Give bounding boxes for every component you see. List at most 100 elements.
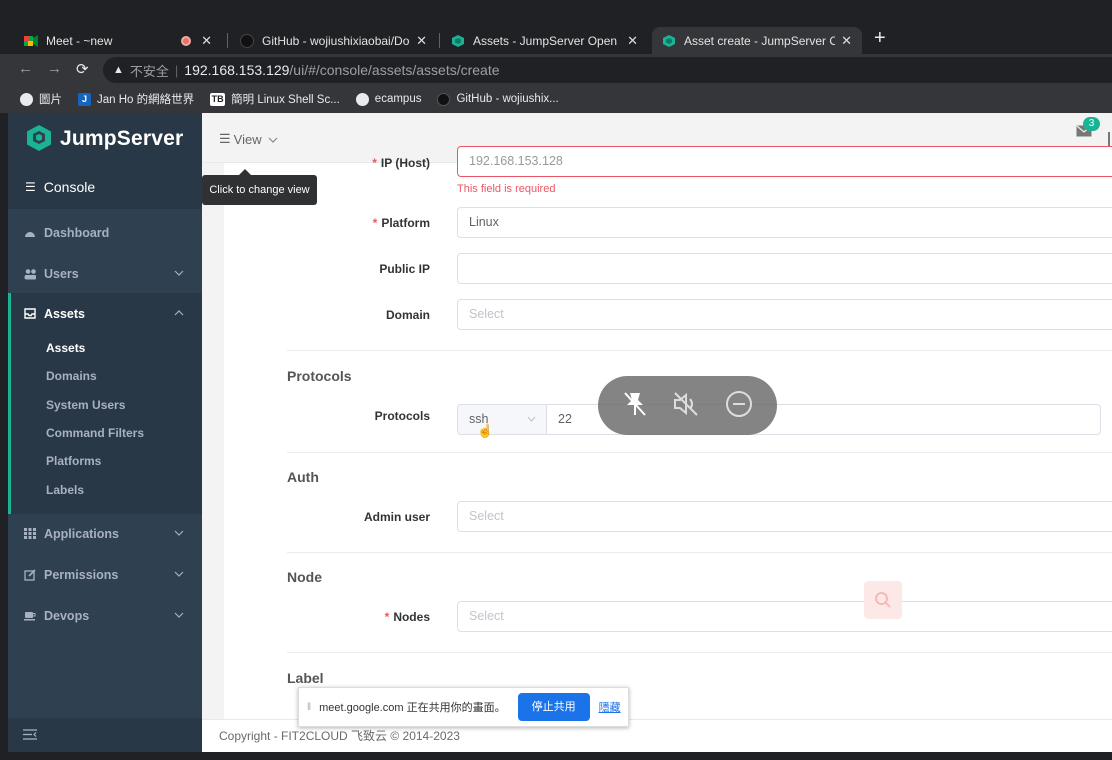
chevron-down-icon	[527, 405, 536, 434]
reload-icon[interactable]: ⟳	[76, 60, 89, 78]
new-tab-button[interactable]: +	[874, 27, 886, 49]
address-bar[interactable]: ▲ 不安全 | 192.168.153.129/ui/#/console/ass…	[103, 57, 1112, 83]
protocol-select[interactable]: ssh	[457, 404, 547, 435]
unpin-icon[interactable]	[622, 390, 648, 421]
chevron-down-icon	[174, 266, 184, 280]
nodes-select[interactable]: Select	[457, 601, 1112, 632]
sidebar-collapse[interactable]	[8, 718, 202, 752]
sidebar: JumpServer ☰ Console Dashboard Users Ass…	[8, 113, 202, 752]
admin-user-select[interactable]: Select	[457, 501, 1112, 532]
mute-speaker-icon[interactable]	[672, 391, 700, 420]
tab-meet[interactable]: Meet - ~new ✕	[14, 27, 222, 54]
github-icon	[240, 33, 254, 48]
sidebar-item-assets[interactable]: Assets	[8, 293, 202, 334]
domain-select[interactable]: Select	[457, 299, 1112, 330]
assets-menu-expanded: Assets Assets Domains System Users Comma…	[8, 293, 202, 514]
sidebar-item-permissions[interactable]: Permissions	[8, 554, 202, 595]
chevron-down-icon	[268, 132, 278, 147]
chevron-down-icon	[174, 567, 184, 581]
sliders-icon: ☰	[25, 180, 36, 194]
submenu-command-filters[interactable]: Command Filters	[46, 426, 144, 440]
globe-icon	[355, 92, 369, 106]
submenu-assets[interactable]: Assets	[46, 341, 85, 355]
tab-close-icon[interactable]: ✕	[841, 33, 852, 49]
ip-input[interactable]: 192.168.153.128	[457, 146, 1112, 177]
browser-tab-bar: Meet - ~new ✕ GitHub - wojiushixiaobai/D…	[0, 0, 1112, 54]
tab-separator	[227, 33, 228, 48]
image-icon	[20, 92, 33, 106]
divider	[287, 350, 1112, 351]
drag-handle-icon[interactable]: ‖	[307, 702, 311, 713]
ip-label: * IP (Host)	[372, 156, 430, 170]
bookmark-linux-shell[interactable]: TB 簡明 Linux Shell Sc...	[210, 91, 340, 107]
url-path: /ui/#/console/assets/assets/create	[289, 62, 500, 78]
taskbar-strip	[0, 752, 1112, 760]
meet-floating-controls	[598, 376, 777, 435]
jumpserver-logo-icon	[26, 124, 52, 155]
github-icon	[437, 92, 451, 106]
edit-icon	[24, 568, 36, 581]
console-switcher[interactable]: ☰ Console	[8, 165, 202, 209]
jumpserver-icon	[662, 34, 676, 48]
divider: |	[174, 62, 179, 78]
stop-sharing-button[interactable]: 停止共用	[517, 693, 590, 721]
chevron-up-icon	[174, 306, 184, 320]
submenu-domains[interactable]: Domains	[46, 369, 97, 383]
divider	[287, 552, 1112, 553]
tb-icon: TB	[210, 92, 226, 106]
sidebar-item-dashboard[interactable]: Dashboard	[8, 212, 202, 253]
mail-count-badge: 3	[1083, 117, 1100, 131]
warning-icon: ▲	[113, 64, 124, 76]
protocols-label: Protocols	[374, 409, 430, 423]
divider	[287, 652, 1112, 653]
menu-icon: ☰	[219, 131, 231, 146]
tab-close-icon[interactable]: ✕	[627, 33, 638, 49]
panel-icon[interactable]	[1108, 132, 1112, 146]
jumpserver-icon	[451, 34, 465, 48]
public-ip-label: Public IP	[379, 262, 430, 276]
google-meet-icon	[24, 34, 38, 48]
bookmarks-bar: 圖片 J Jan Ho 的網絡世界 TB 簡明 Linux Shell Sc... …	[0, 85, 1112, 113]
chevron-down-icon	[174, 608, 184, 622]
platform-select[interactable]: Linux	[457, 207, 1112, 238]
bookmark-janho[interactable]: J Jan Ho 的網絡世界	[78, 91, 194, 107]
platform-label: * Platform	[372, 216, 430, 230]
view-switch-button[interactable]: ☰ View	[219, 131, 278, 147]
tab-close-icon[interactable]: ✕	[201, 33, 212, 49]
sidebar-item-users[interactable]: Users	[8, 253, 202, 294]
sidebar-item-devops[interactable]: Devops	[8, 595, 202, 636]
bookmark-ecampus[interactable]: ecampus	[355, 92, 421, 106]
share-message: meet.google.com 正在共用你的畫面。	[319, 702, 506, 714]
submenu-labels[interactable]: Labels	[46, 483, 84, 497]
hide-link[interactable]: 隱藏	[599, 699, 621, 715]
security-label: 不安全	[129, 63, 169, 79]
bookmark-images[interactable]: 圖片	[20, 91, 62, 107]
tab-separator	[439, 33, 440, 48]
hand-cursor-icon: ☝	[477, 423, 494, 438]
dashboard-icon	[24, 227, 36, 239]
submenu-platforms[interactable]: Platforms	[46, 454, 101, 468]
tab-close-icon[interactable]: ✕	[416, 33, 427, 49]
minimize-icon[interactable]	[725, 390, 753, 421]
asset-create-form: * IP (Host) 192.168.153.128 This field is…	[224, 146, 1112, 719]
submenu-system-users[interactable]: System Users	[46, 398, 125, 412]
section-node: Node	[287, 569, 322, 585]
j-icon: J	[78, 92, 91, 106]
brand-logo[interactable]: JumpServer	[8, 113, 202, 165]
nodes-label: * Nodes	[384, 610, 430, 624]
public-ip-input[interactable]	[457, 253, 1112, 284]
search-icon[interactable]	[864, 581, 902, 619]
tab-asset-create[interactable]: Asset create - JumpServer Ope ✕	[652, 27, 862, 54]
users-icon	[24, 268, 36, 280]
recording-icon	[181, 35, 192, 46]
view-tooltip: Click to change view	[202, 169, 317, 205]
back-arrow-icon[interactable]: ←	[18, 60, 33, 77]
section-protocols: Protocols	[287, 368, 352, 384]
tab-github[interactable]: GitHub - wojiushixiaobai/Dock ✕	[230, 27, 437, 54]
coffee-icon	[24, 610, 36, 622]
inbox-icon	[24, 308, 36, 320]
tab-assets[interactable]: Assets - JumpServer Open Sou ✕	[441, 27, 648, 54]
forward-arrow-icon[interactable]: →	[47, 60, 62, 77]
bookmark-github[interactable]: GitHub - wojiushix...	[437, 92, 559, 106]
sidebar-item-applications[interactable]: Applications	[8, 513, 202, 554]
